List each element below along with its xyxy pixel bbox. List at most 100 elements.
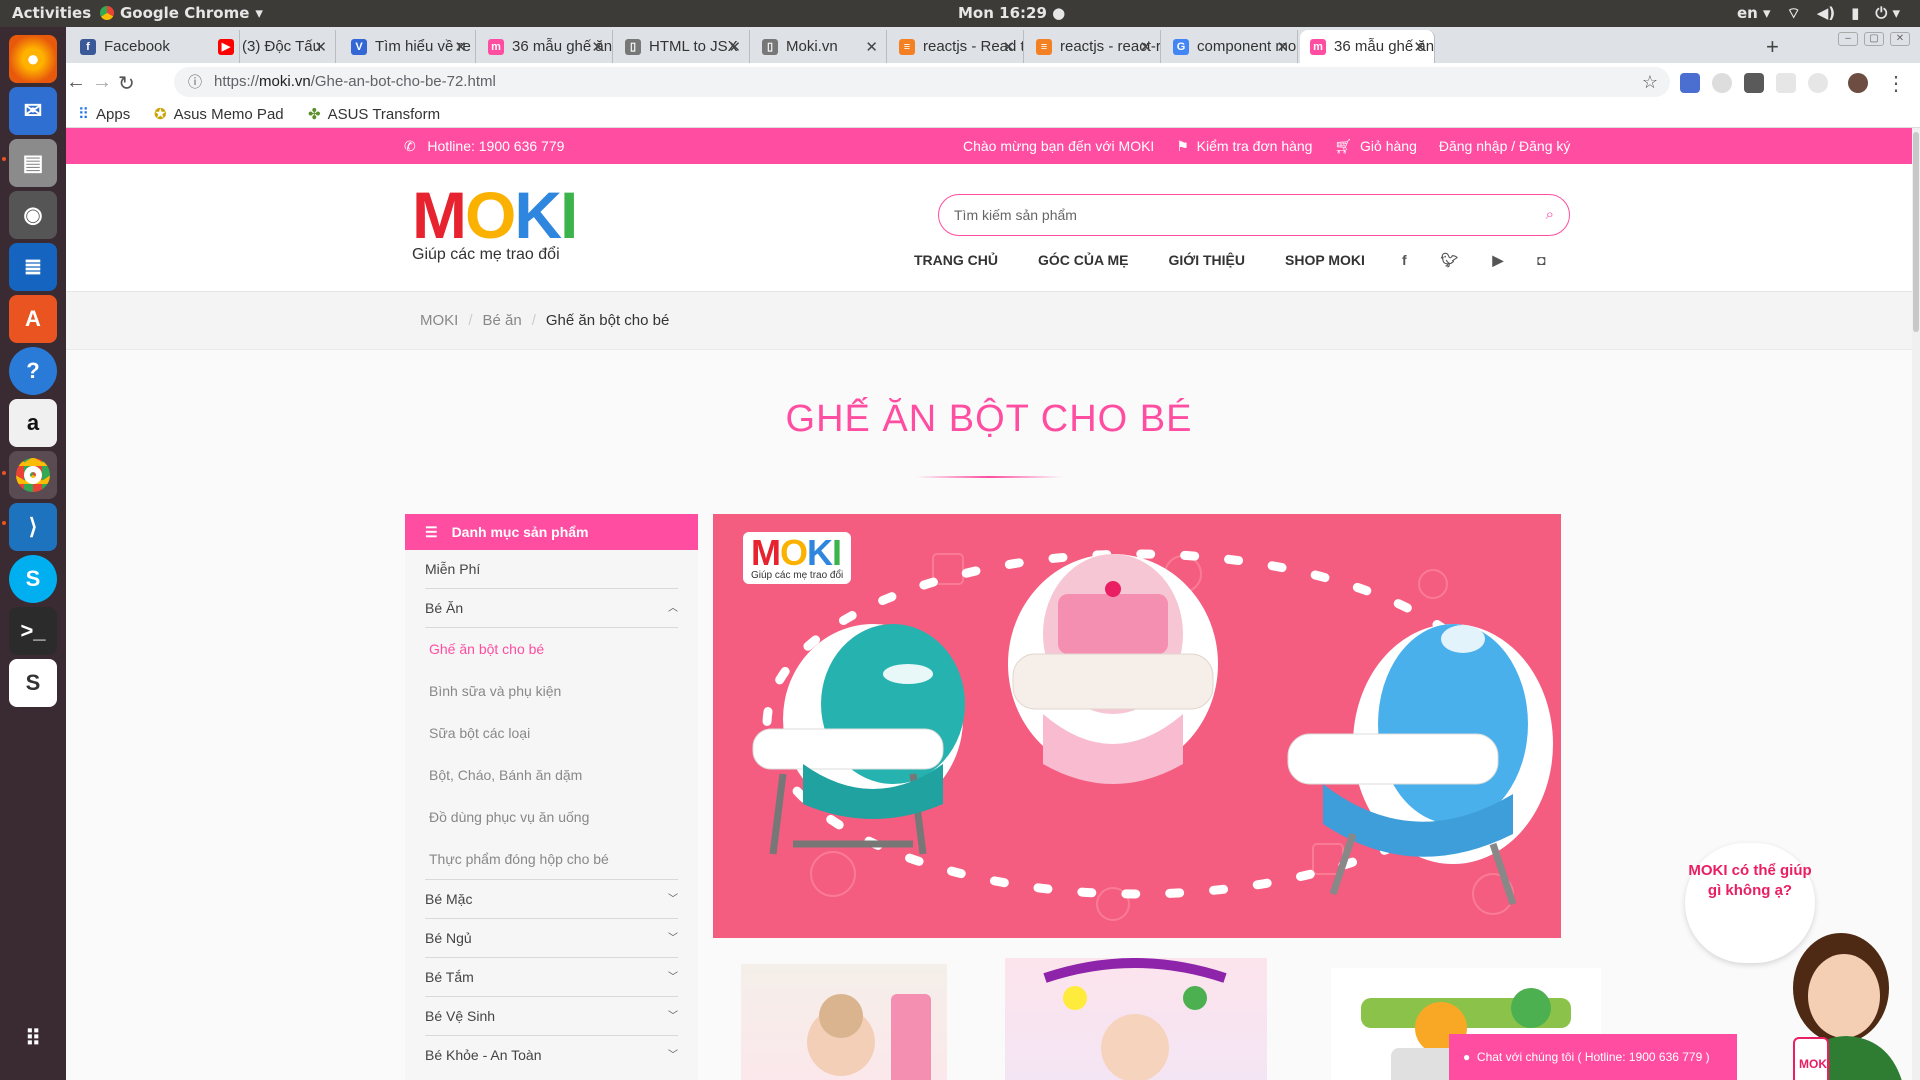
extension-icon[interactable] [1744,73,1764,93]
clock[interactable]: Mon 16:29 ● [958,4,1065,22]
thunderbird-icon[interactable]: ✉ [9,87,57,135]
scrollbar-thumb[interactable] [1913,132,1919,332]
amazon-icon[interactable]: a [9,399,57,447]
app-menu[interactable]: Google Chrome ▾ [100,4,263,22]
bookmark-asus-memo-pad[interactable]: ✪ Asus Memo Pad [154,105,284,124]
chrome-dock-icon[interactable] [9,451,57,499]
system-tray[interactable]: en ▾ ⌔ ◀) ▮ ⏻ ▾ [1737,4,1900,23]
chevron-down-icon[interactable]: ﹀ [668,880,678,919]
files-icon[interactable]: ▤ [9,139,57,187]
nav-mom-corner[interactable]: GÓC CỦA MẸ [1038,252,1128,268]
menu-icon[interactable]: ⋮ [1886,71,1906,96]
maximize-button[interactable]: ▢ [1864,32,1884,46]
youtube-icon[interactable]: ▶ [1492,252,1503,269]
activities-button[interactable]: Activities [12,4,91,22]
tab-moki-vn[interactable]: ▯ Moki.vn ✕ [752,30,887,63]
chevron-down-icon[interactable]: ﹀ [668,1036,678,1075]
close-icon[interactable]: ✕ [591,38,604,56]
tab-google-search[interactable]: Gcomponent mo ✕ [1163,30,1298,63]
extension-icon[interactable] [1808,73,1828,93]
tab-stackoverflow-2[interactable]: ≡ reactjs - react-r ✕ [1026,30,1161,63]
bookmark-apps[interactable]: ⠿ Apps [78,105,130,124]
nav-shop[interactable]: SHOP MOKI [1285,252,1365,268]
extension-icon[interactable] [1776,73,1796,93]
moki-logo[interactable]: MOKI Giúp các mẹ trao đổi [412,182,578,264]
software-center-icon[interactable]: A [9,295,57,343]
login-link[interactable]: Đăng nhập / Đăng ký [1439,138,1571,155]
category-health-safety[interactable]: Bé Khỏe - An Toàn ﹀ [425,1036,678,1075]
vscode-icon[interactable]: ⟩ [9,503,57,551]
close-icon[interactable]: ✕ [1413,38,1426,56]
product-thumbnail[interactable] [1005,958,1267,1080]
breadcrumb-category[interactable]: Bé ăn [483,312,522,329]
language-indicator[interactable]: en ▾ [1737,4,1771,23]
subcategory-bottles[interactable]: Bình sữa và phụ kiện [425,670,678,712]
instagram-icon[interactable]: ◘ [1537,252,1545,269]
help-icon[interactable]: ? [9,347,57,395]
skype-icon[interactable]: S [9,555,57,603]
page-scrollbar[interactable] [1912,128,1920,1080]
subcategory-feeding-tools[interactable]: Đồ dùng phục vụ ăn uống [425,796,678,838]
tab-moki-active[interactable]: m 36 mẫu ghế ăn ✕ [1300,30,1435,63]
terminal-icon[interactable]: >_ [9,607,57,655]
category-clothing[interactable]: Bé Mặc ﹀ [425,880,678,919]
check-order-link[interactable]: ⚑ Kiểm tra đơn hàng [1176,138,1312,155]
close-window-button[interactable]: ✕ [1890,32,1910,46]
slack-icon[interactable]: S [9,659,57,707]
category-bath[interactable]: Bé Tắm ﹀ [425,958,678,997]
new-tab-button[interactable]: + [1766,34,1779,60]
search-icon[interactable]: ⌕ [1546,195,1554,235]
tab-viblo[interactable]: V Tìm hiểu về re ✕ [341,30,476,63]
back-button[interactable]: ← [66,71,86,94]
tab-moki-1[interactable]: m 36 mẫu ghế ăn ✕ [478,30,613,63]
close-icon[interactable]: ✕ [1139,38,1152,56]
volume-icon[interactable]: ◀) [1817,4,1835,23]
forward-button[interactable]: → [92,71,112,94]
close-icon[interactable]: ✕ [1002,38,1015,56]
chat-widget[interactable]: ● Chat với chúng tôi ( Hotline: 1900 636… [1449,1034,1737,1080]
category-hygiene[interactable]: Bé Vệ Sinh ﹀ [425,997,678,1036]
bookmark-asus-transform[interactable]: ✤ ASUS Transform [308,105,440,124]
show-apps-icon[interactable]: ⠿ [9,1015,57,1063]
product-thumbnail[interactable] [741,964,947,1080]
category-eat[interactable]: Bé Ăn ︿ [425,589,678,628]
support-agent-illustration[interactable]: MOKI [1756,918,1916,1080]
close-icon[interactable]: ✕ [454,38,467,56]
search-input[interactable]: Tìm kiếm sản phẩm ⌕ [938,194,1570,236]
reload-button[interactable]: ↻ [118,71,135,96]
subcategory-formula[interactable]: Sữa bột các loại [425,712,678,754]
firefox-icon[interactable]: ● [9,35,57,83]
chevron-down-icon[interactable]: ﹀ [668,997,678,1036]
minimize-button[interactable]: – [1838,32,1858,46]
nav-about[interactable]: GIỚI THIỆU [1168,252,1245,268]
close-icon[interactable]: ✕ [314,38,327,56]
translate-extension-icon[interactable] [1680,73,1700,93]
profile-avatar[interactable] [1848,73,1868,93]
tab-html-to-jsx[interactable]: ▯ HTML to JSX ✕ [615,30,750,63]
category-free[interactable]: Miễn Phí [425,550,678,589]
info-icon[interactable]: ⓘ [188,67,202,97]
power-icon[interactable]: ⏻ ▾ [1875,4,1900,23]
chevron-down-icon[interactable]: ﹀ [668,958,678,997]
chevron-up-icon[interactable]: ︿ [668,589,678,628]
battery-icon[interactable]: ▮ [1851,4,1859,23]
rhythmbox-icon[interactable]: ◉ [9,191,57,239]
hotline[interactable]: ✆ Hotline: 1900 636 779 [404,138,564,155]
twitter-icon[interactable]: 🐦︎ [1441,252,1459,269]
close-icon[interactable]: ✕ [728,38,741,56]
chevron-down-icon[interactable]: ﹀ [668,919,678,958]
bookmark-star-icon[interactable]: ☆ [1642,67,1658,97]
close-icon[interactable]: ✕ [1276,38,1289,56]
cart-link[interactable]: 🛒︎ Giỏ hàng [1334,138,1416,155]
tab-stackoverflow-1[interactable]: ≡ reactjs - Read t ✕ [889,30,1024,63]
facebook-icon[interactable]: f [1402,252,1407,269]
address-bar[interactable]: ⓘ https://moki.vn/Ghe-an-bot-cho-be-72.h… [174,67,1670,97]
subcategory-baby-food[interactable]: Bột, Cháo, Bánh ăn dặm [425,754,678,796]
category-sleep[interactable]: Bé Ngủ ﹀ [425,919,678,958]
breadcrumb-home[interactable]: MOKI [420,312,458,329]
subcategory-canned-food[interactable]: Thực phẩm đóng hộp cho bé [425,838,678,880]
wifi-icon[interactable]: ⌔ [1787,4,1801,23]
close-icon[interactable]: ✕ [865,38,878,56]
nav-home[interactable]: TRANG CHỦ [914,252,998,268]
subcategory-high-chair[interactable]: Ghế ăn bột cho bé [425,628,678,670]
